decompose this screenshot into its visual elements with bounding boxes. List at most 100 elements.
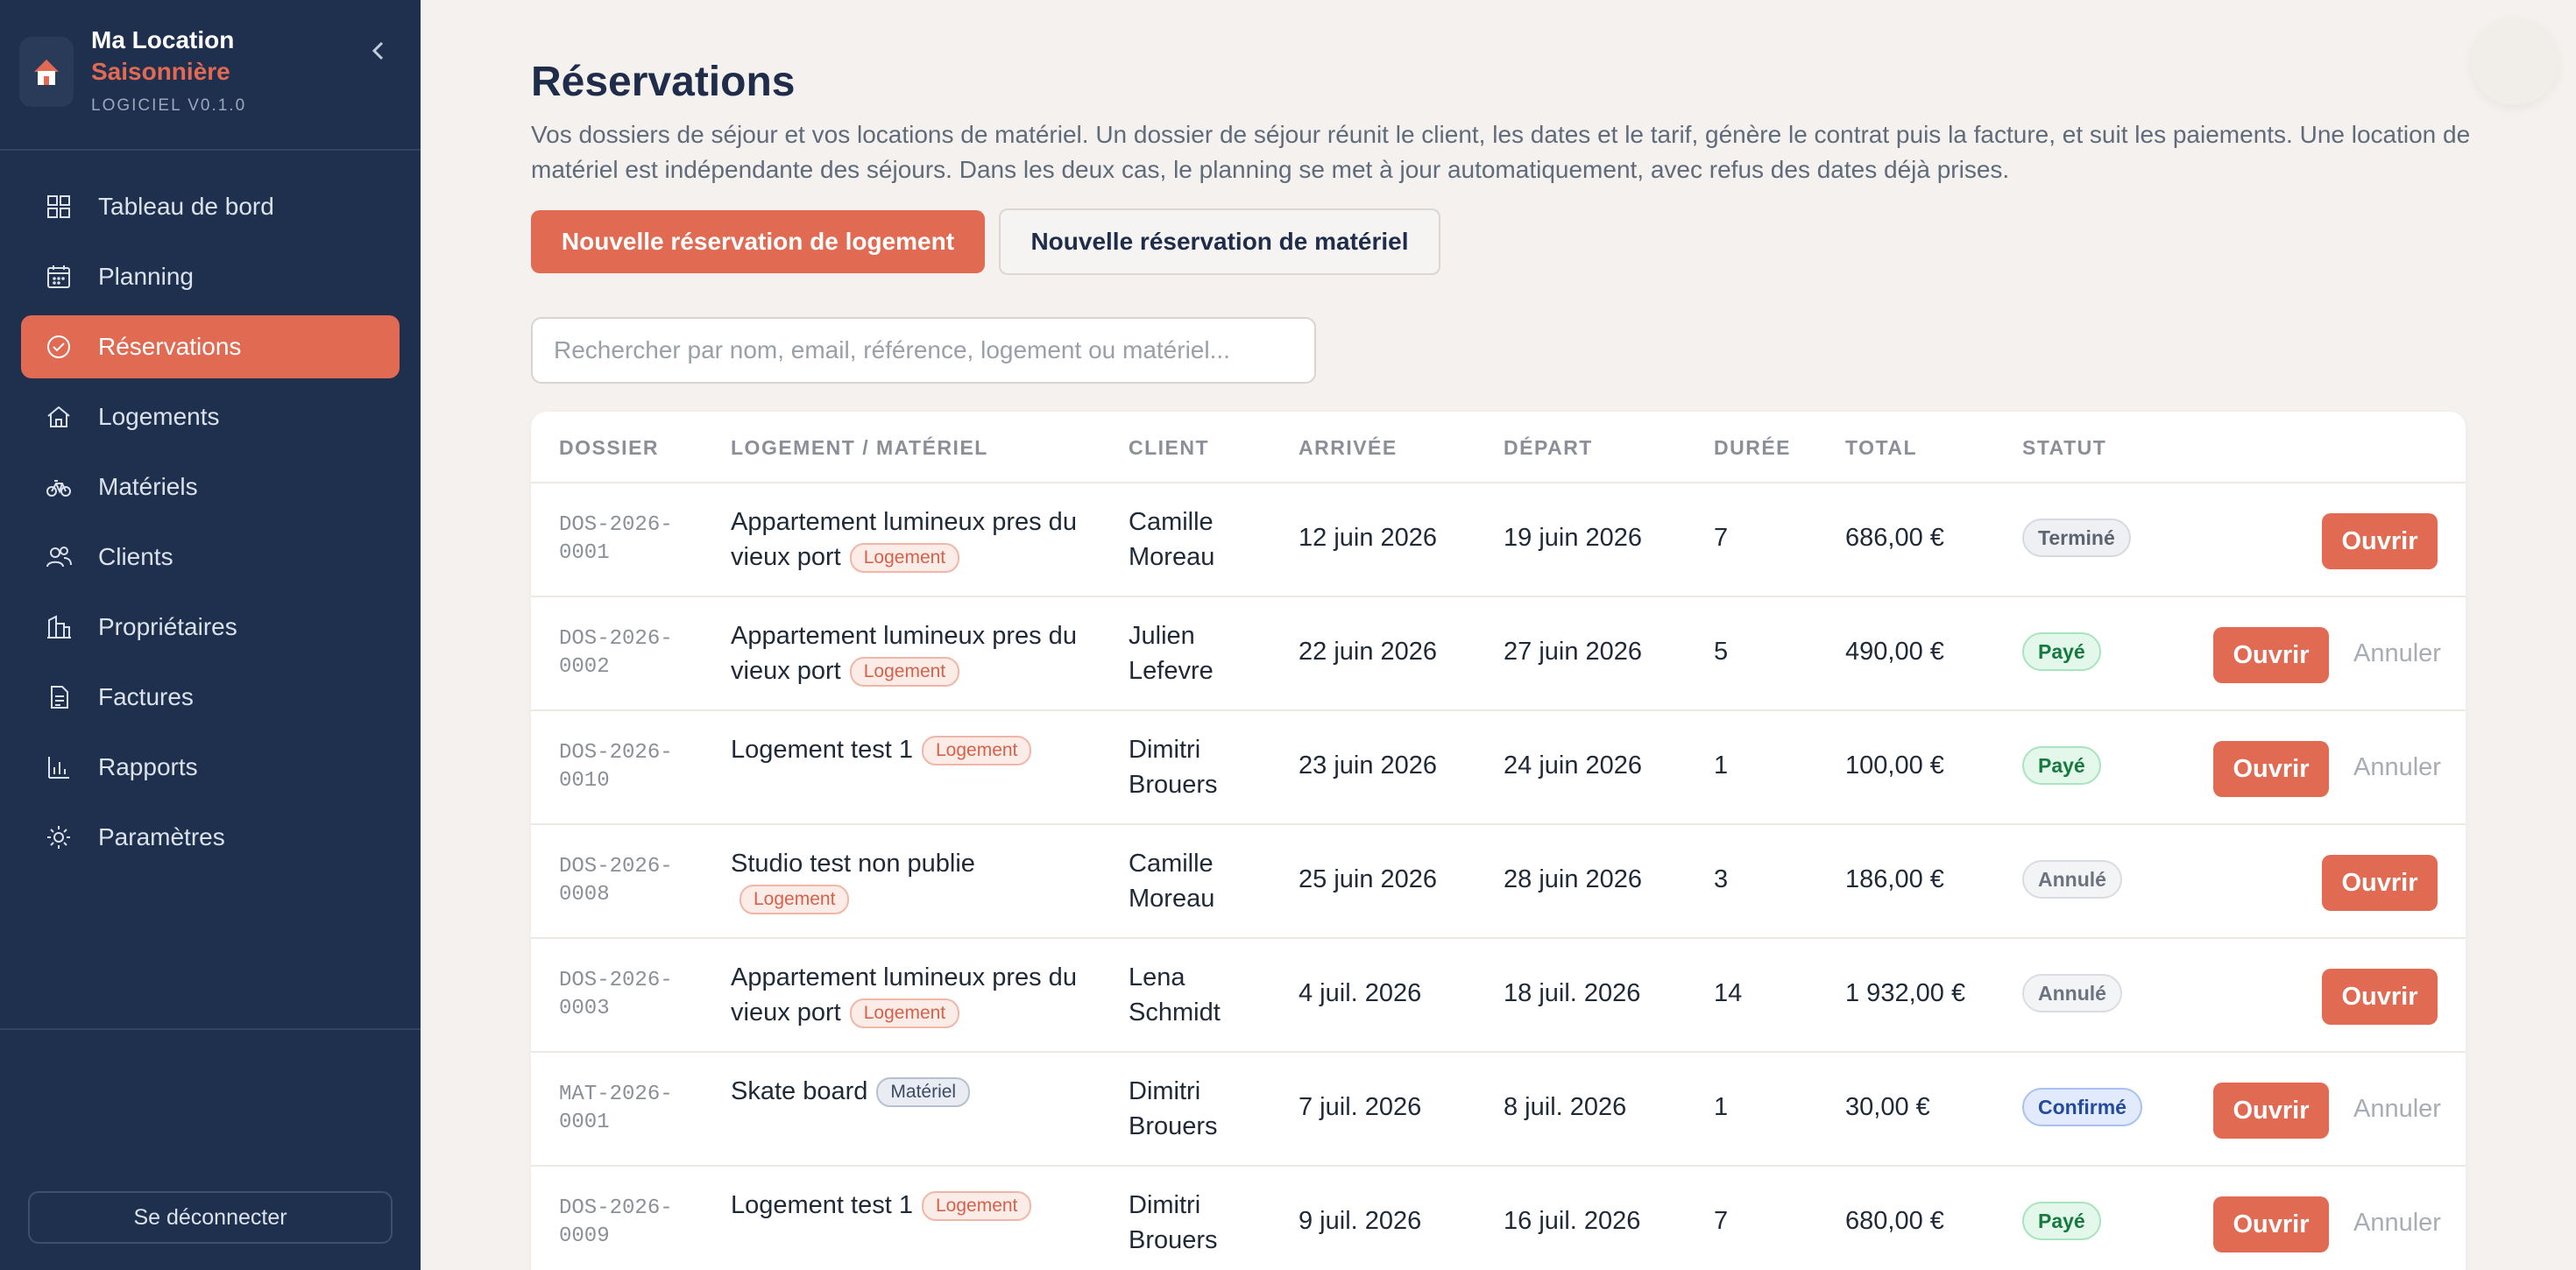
sidebar-item-label: Réservations xyxy=(98,333,242,360)
total-amount: 680,00 € xyxy=(1845,1207,1944,1235)
item-type-tag: Logement xyxy=(849,998,960,1028)
cancel-button[interactable]: Annuler xyxy=(2353,1095,2441,1124)
item-type-tag: Logement xyxy=(849,543,960,573)
reservations-table: DOSSIER LOGEMENT / MATÉRIEL CLIENT ARRIV… xyxy=(531,412,2466,1270)
open-button[interactable]: Ouvrir xyxy=(2213,627,2329,683)
departure-date: 18 juil. 2026 xyxy=(1504,979,1641,1007)
sidebar-item-label: Propriétaires xyxy=(98,613,237,640)
total-amount: 1 932,00 € xyxy=(1845,979,1966,1007)
calendar-icon xyxy=(44,262,74,292)
status-cell: Annulé xyxy=(2022,974,2122,1012)
open-button[interactable]: Ouvrir xyxy=(2213,741,2329,797)
sidebar-item-label: Clients xyxy=(98,543,173,570)
sidebar: Ma Location Saisonnière LOGICIEL V0.1.0 … xyxy=(0,0,421,1270)
brand-header: Ma Location Saisonnière LOGICIEL V0.1.0 xyxy=(0,0,421,151)
sidebar-item-label: Paramètres xyxy=(98,823,225,850)
open-button[interactable]: Ouvrir xyxy=(2322,969,2438,1025)
arrival-date: 22 juin 2026 xyxy=(1299,638,1438,666)
open-button[interactable]: Ouvrir xyxy=(2322,855,2438,911)
bar-chart-icon xyxy=(44,752,74,782)
sidebar-item-file[interactable]: Factures xyxy=(21,666,400,729)
item-type-tag: Logement xyxy=(921,1191,1032,1221)
sidebar-item-check-circle[interactable]: Réservations xyxy=(21,315,400,378)
arrival-date: 9 juil. 2026 xyxy=(1299,1207,1422,1235)
cancel-button[interactable]: Annuler xyxy=(2353,639,2441,668)
status-badge: Payé xyxy=(2022,632,2101,671)
status-cell: Confirmé xyxy=(2022,1088,2142,1126)
sidebar-item-calendar[interactable]: Planning xyxy=(21,245,400,308)
grid-icon xyxy=(44,192,74,222)
dossier-ref-prefix: MAT-2026- xyxy=(559,1083,673,1106)
item-name: Studio test non publie xyxy=(731,850,975,878)
sidebar-item-label: Tableau de bord xyxy=(98,193,274,220)
header-dossier: DOSSIER xyxy=(559,436,660,459)
house-logo-icon xyxy=(19,37,74,107)
status-badge: Payé xyxy=(2022,746,2101,785)
sidebar-item-bar-chart[interactable]: Rapports xyxy=(21,736,400,799)
new-lodging-reservation-button[interactable]: Nouvelle réservation de logement xyxy=(531,210,985,273)
dossier-ref-number: 0002 xyxy=(559,655,610,679)
status-cell: Terminé xyxy=(2022,519,2131,557)
status-badge: Payé xyxy=(2022,1202,2101,1240)
sidebar-item-users[interactable]: Clients xyxy=(21,526,400,589)
cancel-button[interactable]: Annuler xyxy=(2353,1209,2441,1238)
dossier-ref-number: 0001 xyxy=(559,541,610,565)
sidebar-item-building[interactable]: Propriétaires xyxy=(21,596,400,659)
client-name: Camille Moreau xyxy=(1129,508,1215,571)
new-material-reservation-button[interactable]: Nouvelle réservation de matériel xyxy=(999,208,1440,275)
sun-icon xyxy=(44,822,74,852)
departure-date: 19 juin 2026 xyxy=(1504,524,1643,552)
sidebar-item-sun[interactable]: Paramètres xyxy=(21,806,400,869)
users-icon xyxy=(44,542,74,572)
dossier-ref-prefix: DOS-2026- xyxy=(559,1196,673,1220)
open-button[interactable]: Ouvrir xyxy=(2322,513,2438,569)
cancel-button[interactable]: Annuler xyxy=(2353,753,2441,782)
sidebar-item-bike[interactable]: Matériels xyxy=(21,455,400,519)
search-input[interactable] xyxy=(531,317,1316,384)
arrival-date: 25 juin 2026 xyxy=(1299,865,1438,893)
item-cell: Skate board Matériel xyxy=(731,1074,1081,1109)
item-name: Logement test 1 xyxy=(731,1191,913,1219)
bike-icon xyxy=(44,472,74,502)
item-type-tag: Logement xyxy=(921,736,1032,766)
page-title: Réservations xyxy=(531,59,796,105)
table-body: DOS-2026- 0001 Appartement lumineux pres d… xyxy=(531,483,2466,1270)
header-status: STATUT xyxy=(2022,436,2107,459)
home-icon xyxy=(44,402,74,432)
building-icon xyxy=(44,612,74,642)
item-type-tag: Matériel xyxy=(876,1077,971,1107)
sidebar-item-label: Logements xyxy=(98,403,220,430)
item-type-tag: Logement xyxy=(849,657,960,687)
status-cell: Annulé xyxy=(2022,860,2122,899)
open-button[interactable]: Ouvrir xyxy=(2213,1083,2329,1139)
sidebar-item-label: Matériels xyxy=(98,473,198,500)
open-button[interactable]: Ouvrir xyxy=(2213,1196,2329,1252)
client-name: Dimitri Brouers xyxy=(1129,736,1218,799)
check-circle-icon xyxy=(44,332,74,362)
item-name: Skate board xyxy=(731,1077,868,1105)
dossier-ref: DOS-2026- 0009 xyxy=(559,1195,673,1251)
item-cell: Studio test non publie Logement xyxy=(731,846,1081,916)
total-amount: 100,00 € xyxy=(1845,751,1944,780)
sidebar-item-home[interactable]: Logements xyxy=(21,385,400,448)
total-amount: 30,00 € xyxy=(1845,1093,1930,1121)
header-arrival: ARRIVÉE xyxy=(1299,436,1398,459)
arrival-date: 7 juil. 2026 xyxy=(1299,1093,1422,1121)
sidebar-item-grid[interactable]: Tableau de bord xyxy=(21,175,400,238)
status-cell: Payé xyxy=(2022,746,2101,785)
brand-name-accent: Saisonnière xyxy=(91,58,230,85)
item-cell: Logement test 1 Logement xyxy=(731,1188,1081,1223)
item-cell: Logement test 1 Logement xyxy=(731,732,1081,767)
header-total: TOTAL xyxy=(1845,436,1918,459)
departure-date: 24 juin 2026 xyxy=(1504,751,1643,780)
duration: 5 xyxy=(1714,638,1729,666)
logout-button[interactable]: Se déconnecter xyxy=(28,1191,393,1244)
status-badge: Terminé xyxy=(2022,519,2131,557)
client-name: Camille Moreau xyxy=(1129,850,1215,913)
floating-action-avatar[interactable] xyxy=(2471,18,2558,105)
collapse-sidebar-chevron-left-icon[interactable] xyxy=(364,35,393,67)
departure-date: 27 juin 2026 xyxy=(1504,638,1643,666)
status-cell: Payé xyxy=(2022,632,2101,671)
header-duration: DURÉE xyxy=(1714,436,1792,459)
dossier-ref-number: 0003 xyxy=(559,997,610,1020)
